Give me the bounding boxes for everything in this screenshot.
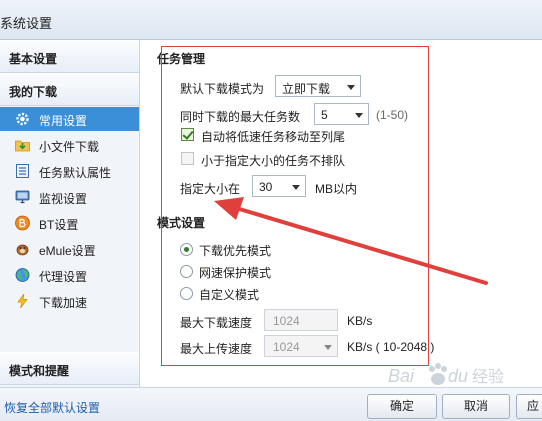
ok-button[interactable]: 确定 bbox=[367, 394, 437, 419]
restore-defaults-link[interactable]: 恢复全部默认设置 bbox=[4, 399, 100, 416]
svg-text:经验: 经验 bbox=[472, 367, 504, 386]
apply-button[interactable]: 应 bbox=[516, 394, 542, 419]
baidu-watermark-logo: Bai du 经验 bbox=[388, 363, 504, 386]
annotation-arrow bbox=[214, 197, 488, 285]
svg-text:Bai: Bai bbox=[388, 366, 415, 386]
dialog-footer: 恢复全部默认设置 确定 取消 应 bbox=[0, 387, 542, 421]
svg-text:du: du bbox=[448, 366, 468, 386]
cancel-button[interactable]: 取消 bbox=[442, 394, 510, 419]
